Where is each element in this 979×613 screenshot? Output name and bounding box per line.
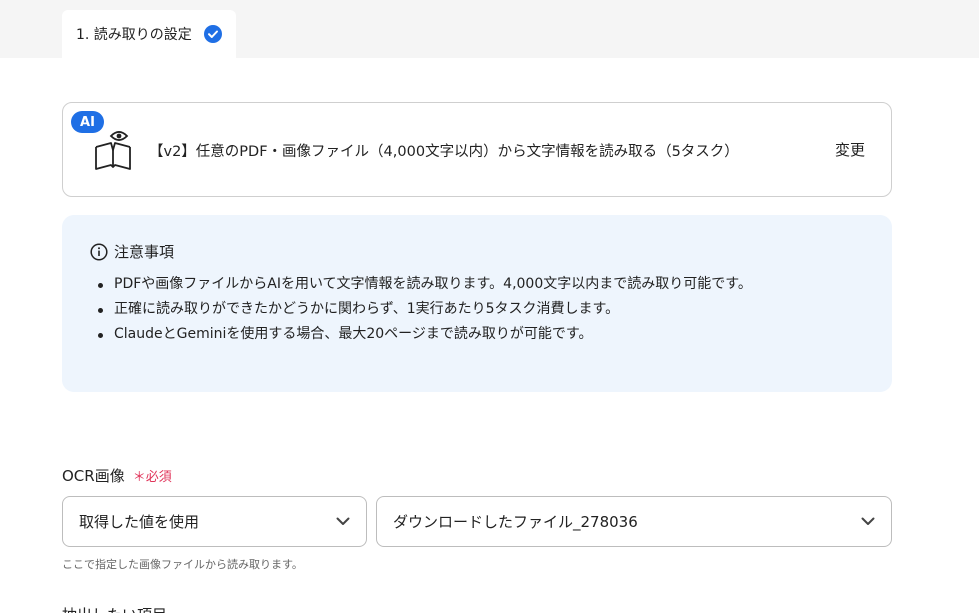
notice-item: 正確に読み取りができたかどうかに関わらず、1実行あたり5タスク消費します。 — [98, 297, 864, 322]
helper-text: ここで指定した画像ファイルから読み取ります。 — [62, 558, 303, 571]
change-button[interactable]: 変更 — [835, 139, 865, 160]
chevron-down-icon — [336, 517, 350, 525]
notice-title: 注意事項 — [114, 243, 175, 261]
file-select[interactable]: ダウンロードしたファイル_278036 — [376, 496, 892, 547]
value-source-value: 取得した値を使用 — [79, 513, 200, 531]
ocr-label: OCR画像 — [62, 467, 125, 485]
value-source-select[interactable]: 取得した値を使用 — [62, 496, 367, 547]
notice-header: 注意事項 — [90, 241, 864, 262]
tab-read-settings[interactable]: 1. 読み取りの設定 — [62, 10, 236, 58]
ocr-field-label: OCR画像 ＊必須 — [62, 465, 172, 486]
chevron-down-icon — [861, 517, 875, 525]
info-icon — [90, 242, 108, 261]
notice-list: PDFや画像ファイルからAIを用いて文字情報を読み取ります。4,000文字以内ま… — [90, 272, 864, 347]
required-marker: ＊必須 — [132, 470, 172, 485]
notice-item: PDFや画像ファイルからAIを用いて文字情報を読み取ります。4,000文字以内ま… — [98, 272, 864, 297]
notice-item: ClaudeとGeminiを使用する場合、最大20ページまで読み取りが可能です。 — [98, 322, 864, 347]
file-select-value: ダウンロードしたファイル_278036 — [393, 513, 638, 531]
check-circle-icon — [203, 25, 222, 43]
extract-fields-label: 抽出したい項目 — [62, 604, 167, 613]
action-title: 【v2】任意のPDF・画像ファイル（4,000文字以内）から文字情報を読み取る（… — [149, 144, 739, 160]
tab-label: 1. 読み取りの設定 — [76, 27, 192, 43]
book-eye-icon — [95, 131, 131, 170]
notice-box: 注意事項 PDFや画像ファイルからAIを用いて文字情報を読み取ります。4,000… — [62, 215, 892, 392]
action-card: AI 【v2】任意のPDF・画像ファイル（4,000文字以内）から文字情報を読み… — [62, 102, 892, 197]
